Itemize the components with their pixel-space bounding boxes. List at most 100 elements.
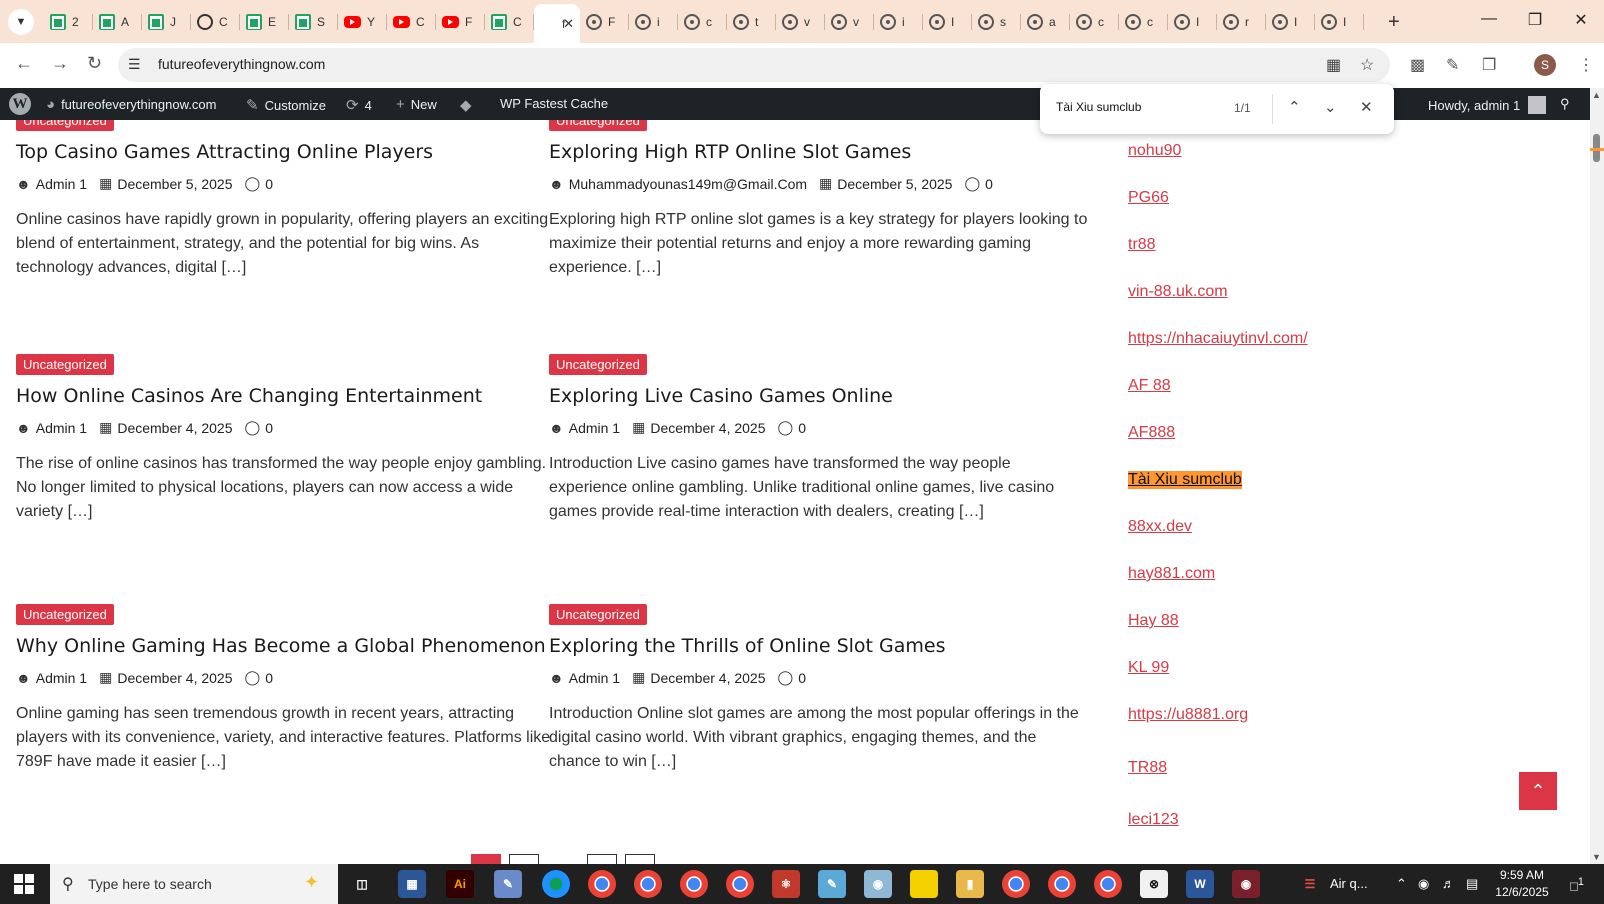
post-comments[interactable]: ◯ 0 [778,419,806,436]
paint-3d-icon[interactable]: ◉ [864,870,892,898]
chrome-profile-7-icon[interactable] [1094,870,1122,898]
url-text[interactable]: futureofeverythingnow.com [158,56,325,72]
forward-button[interactable]: → [51,53,69,74]
sidebar-link[interactable]: nohu90 [1128,142,1181,160]
new-tab-button[interactable]: + [1388,11,1400,34]
chrome-profile-6-icon[interactable] [1048,870,1076,898]
post-date[interactable]: ▦ December 4, 2025 [99,419,232,436]
wp-fastest-cache-link[interactable]: WP Fastest Cache [500,96,608,111]
page-last-button[interactable] [587,854,617,864]
post-author[interactable]: ☻ Admin 1 [16,176,87,192]
pen-extension-icon[interactable]: ✎ [1446,55,1459,75]
edge-icon[interactable] [542,870,570,898]
browser-tab[interactable]: C [191,4,240,40]
sidebar-link[interactable]: hay881.com [1128,565,1215,583]
chrome-profile-4-icon[interactable] [726,870,754,898]
browser-tab[interactable]: v [776,4,825,40]
sidebar-link[interactable]: https://nhacaiuytinvl.com/ [1128,330,1308,348]
notification-center-icon[interactable]: □1 [1570,876,1584,893]
post-title[interactable]: Top Casino Games Attracting Online Playe… [16,141,556,163]
sidebar-link[interactable]: leci123 [1128,811,1179,829]
post-title[interactable]: How Online Casinos Are Changing Entertai… [16,385,556,407]
browser-tab[interactable]: r [1217,4,1266,40]
post-author[interactable]: ☻ Admin 1 [549,420,620,436]
browser-tab[interactable]: F [436,4,485,40]
browser-tab[interactable]: S [289,4,338,40]
sidebar-link[interactable]: PG66 [1128,189,1169,207]
system-clock[interactable]: 9:59 AM 12/6/2025 [1486,867,1558,901]
wp-updates-link[interactable]: ⟳ 4 [346,96,372,114]
category-badge[interactable]: Uncategorized [16,604,114,625]
browser-tab[interactable]: I [1315,4,1364,40]
notepad-icon[interactable]: ✎ [818,870,846,898]
post-author[interactable]: ☻ Admin 1 [16,670,87,686]
post-comments[interactable]: ◯ 0 [245,419,273,436]
sidebar-link[interactable]: TR88 [1128,759,1167,777]
illustrator-icon[interactable]: Ai [446,870,474,898]
sidebar-link[interactable]: https://u8881.org [1128,706,1248,724]
browser-tab[interactable]: I [1266,4,1315,40]
sidebar-link[interactable]: Tài Xiu sumclub [1128,471,1242,489]
puzzle-extensions-icon[interactable]: ❐ [1482,55,1496,75]
scroll-down-arrow-icon[interactable]: ▼ [1592,852,1601,862]
site-info-icon[interactable]: ☰ [128,56,141,73]
sidebar-link[interactable]: tr88 [1128,236,1156,254]
category-badge[interactable]: Uncategorized [16,354,114,375]
browser-tab[interactable]: s [972,4,1021,40]
browser-tab[interactable]: I [923,4,972,40]
wp-cache-icon-link[interactable]: ◆ [460,96,478,114]
wp-search-button[interactable]: ⚲ [1560,96,1570,112]
wp-customize-link[interactable]: ✎ Customize [246,96,326,114]
post-comments[interactable]: ◯ 0 [964,175,992,192]
browser-tab[interactable]: c [1070,4,1119,40]
browser-tab[interactable]: t [727,4,776,40]
browser-tab[interactable]: i [629,4,678,40]
post-date[interactable]: ▦ December 4, 2025 [99,669,232,686]
browser-tab[interactable]: c [1119,4,1168,40]
reload-button[interactable]: ↻ [87,53,102,74]
windows-start-button[interactable] [14,874,34,894]
page-1-button[interactable] [471,854,501,864]
chrome-profile-5-icon[interactable] [1002,870,1030,898]
category-badge[interactable]: Uncategorized [549,354,647,375]
close-window-button[interactable]: ✕ [1558,10,1604,30]
news-icon[interactable]: ◉ [1232,870,1260,898]
sidebar-link[interactable]: Hay 88 [1128,612,1179,630]
browser-tab[interactable]: C [485,4,534,40]
post-title[interactable]: Exploring High RTP Online Slot Games [549,141,1089,163]
post-date[interactable]: ▦ December 5, 2025 [819,175,952,192]
paint-icon[interactable]: ✎ [494,870,522,898]
find-close-button[interactable]: ✕ [1360,98,1373,116]
post-author[interactable]: ☻ Muhammadyounas149m@Gmail.Com [549,176,807,192]
post-title[interactable]: Why Online Gaming Has Become a Global Ph… [16,635,556,657]
sidebar-link[interactable]: AF888 [1128,424,1175,442]
back-button[interactable]: ← [15,53,33,74]
word-icon[interactable]: W [1186,870,1214,898]
page-next-button[interactable] [625,854,655,864]
post-date[interactable]: ▦ December 4, 2025 [632,669,765,686]
chrome-profile-3-icon[interactable] [680,870,708,898]
weather-air-quality-icon[interactable]: ☰ [1296,870,1324,898]
sidebar-link[interactable]: AF 88 [1128,377,1171,395]
post-date[interactable]: ▦ December 4, 2025 [632,419,765,436]
browser-tab[interactable]: c [678,4,727,40]
meet-camera-icon[interactable]: ◉ [1418,876,1429,892]
page-scrollbar[interactable]: ▲ ▼ [1590,88,1604,864]
extension-icon[interactable]: ▩ [1410,55,1425,75]
wp-new-link[interactable]: + New [396,96,437,113]
chrome-profile-2-icon[interactable] [634,870,662,898]
omnibox[interactable]: ☰ futureofeverythingnow.com ▦ ☆ [118,48,1390,82]
bookmark-star-icon[interactable]: ☆ [1360,55,1374,75]
post-comments[interactable]: ◯ 0 [245,669,273,686]
sidebar-link[interactable]: KL 99 [1128,659,1169,677]
speaker-icon[interactable]: ♬ [1442,876,1455,891]
page-2-button[interactable] [509,854,539,864]
weather-label[interactable]: Air q... [1330,876,1368,891]
find-input[interactable] [1056,100,1216,114]
profile-avatar[interactable]: S [1534,54,1556,76]
browser-tab[interactable]: I [1168,4,1217,40]
browser-tab[interactable]: E [240,4,289,40]
post-comments[interactable]: ◯ 0 [245,175,273,192]
network-icon[interactable]: ▤ [1466,876,1478,892]
wp-site-link[interactable]: ◕ futureofeverythingnow.com [46,96,216,113]
